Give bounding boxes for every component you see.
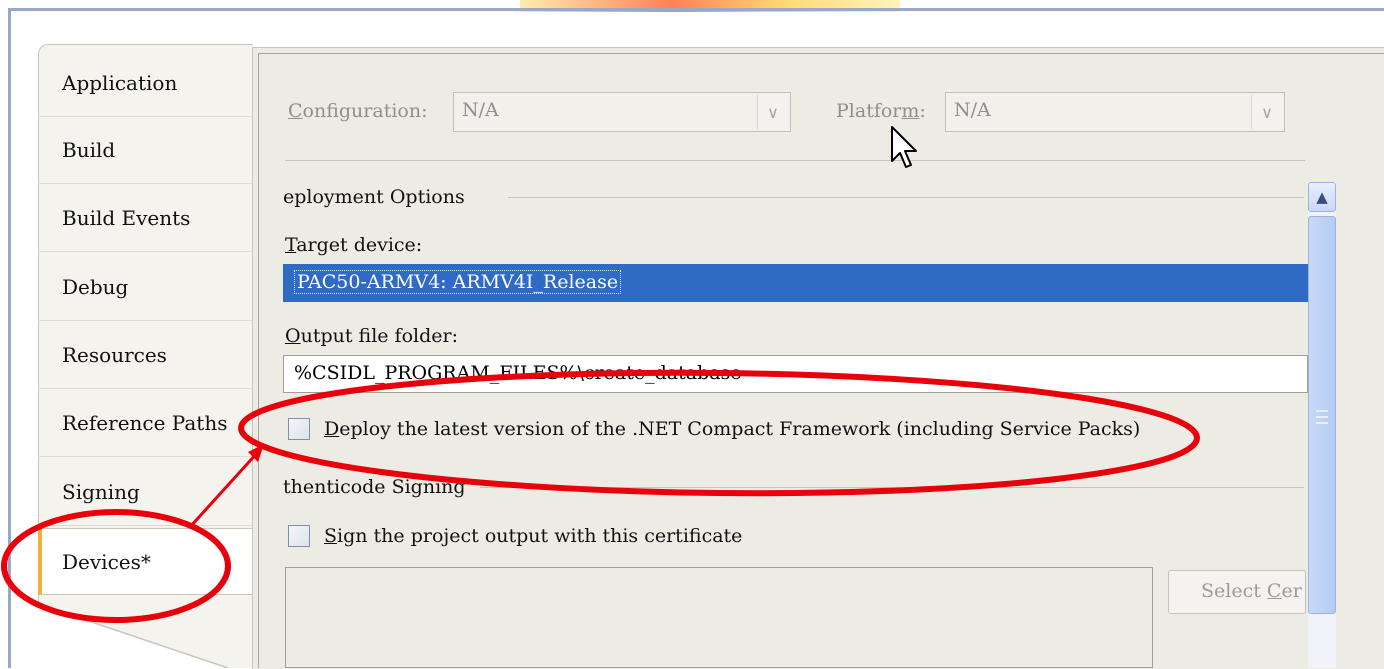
tab-label: Reference Paths	[62, 411, 228, 435]
deployment-section-line	[508, 197, 1304, 198]
window-frame-top	[8, 8, 1384, 11]
tab-panel-tail	[38, 604, 252, 668]
deploy-cf-option[interactable]: Deploy the latest version of the .NET Co…	[288, 418, 1140, 440]
tab-resources[interactable]: Resources	[38, 322, 252, 389]
tab-label: Build	[62, 138, 116, 162]
target-device-value: PAC50-ARMV4: ARMV4I_Release	[294, 270, 622, 294]
tab-label: Devices*	[62, 549, 151, 574]
tab-reference-paths[interactable]: Reference Paths	[38, 390, 252, 457]
chevron-down-icon: ∨	[1251, 95, 1282, 129]
sign-output-checkbox[interactable]	[288, 525, 310, 547]
tab-debug[interactable]: Debug	[38, 254, 252, 321]
target-device-label: Target device:	[285, 234, 423, 256]
output-folder-value: %CSIDL_PROGRAM_FILES%\create_database	[294, 362, 742, 384]
mouse-pointer-icon	[891, 126, 917, 168]
tab-label: Debug	[62, 275, 129, 299]
deploy-cf-checkbox[interactable]	[288, 418, 310, 440]
configuration-value: N/A	[462, 99, 499, 121]
tab-signing[interactable]: Signing	[38, 459, 252, 526]
tab-label: Application	[62, 71, 178, 95]
output-folder-label: Output file folder:	[285, 325, 458, 347]
window-frame-left	[8, 8, 11, 668]
scroll-up-button[interactable]: ▲	[1308, 182, 1336, 212]
tab-label: Build Events	[62, 206, 191, 230]
chevron-down-icon: ∨	[757, 95, 788, 129]
tab-build-events[interactable]: Build Events	[38, 185, 252, 252]
platform-label: Platform:	[836, 100, 926, 122]
chevron-up-icon: ▲	[1316, 188, 1328, 206]
configuration-select[interactable]: N/A ∨	[453, 92, 791, 132]
sign-output-label: Sign the project output with this certif…	[324, 525, 743, 547]
deploy-cf-label: Deploy the latest version of the .NET Co…	[324, 418, 1141, 440]
authenticode-section-line	[480, 487, 1304, 488]
target-device-select[interactable]: PAC50-ARMV4: ARMV4I_Release	[283, 264, 1308, 302]
scrollbar-grip-icon	[1316, 410, 1328, 424]
platform-value: N/A	[954, 99, 991, 121]
sign-output-option[interactable]: Sign the project output with this certif…	[288, 525, 742, 547]
output-folder-input[interactable]: %CSIDL_PROGRAM_FILES%\create_database	[283, 355, 1308, 393]
tab-label: Resources	[62, 343, 167, 367]
tab-devices[interactable]: Devices*	[38, 528, 252, 595]
authenticode-heading: thenticode Signing	[283, 476, 466, 498]
certificate-details-box	[285, 567, 1153, 668]
configuration-label: Configuration:	[288, 100, 428, 122]
tab-application[interactable]: Application	[38, 50, 252, 117]
tab-build[interactable]: Build	[38, 117, 252, 184]
toolbar-separator	[285, 160, 1305, 161]
select-certificate-button[interactable]: Select Cer	[1168, 570, 1306, 614]
deployment-options-heading: eployment Options	[283, 186, 465, 208]
tab-label: Signing	[62, 480, 140, 504]
platform-select[interactable]: N/A ∨	[945, 92, 1285, 132]
